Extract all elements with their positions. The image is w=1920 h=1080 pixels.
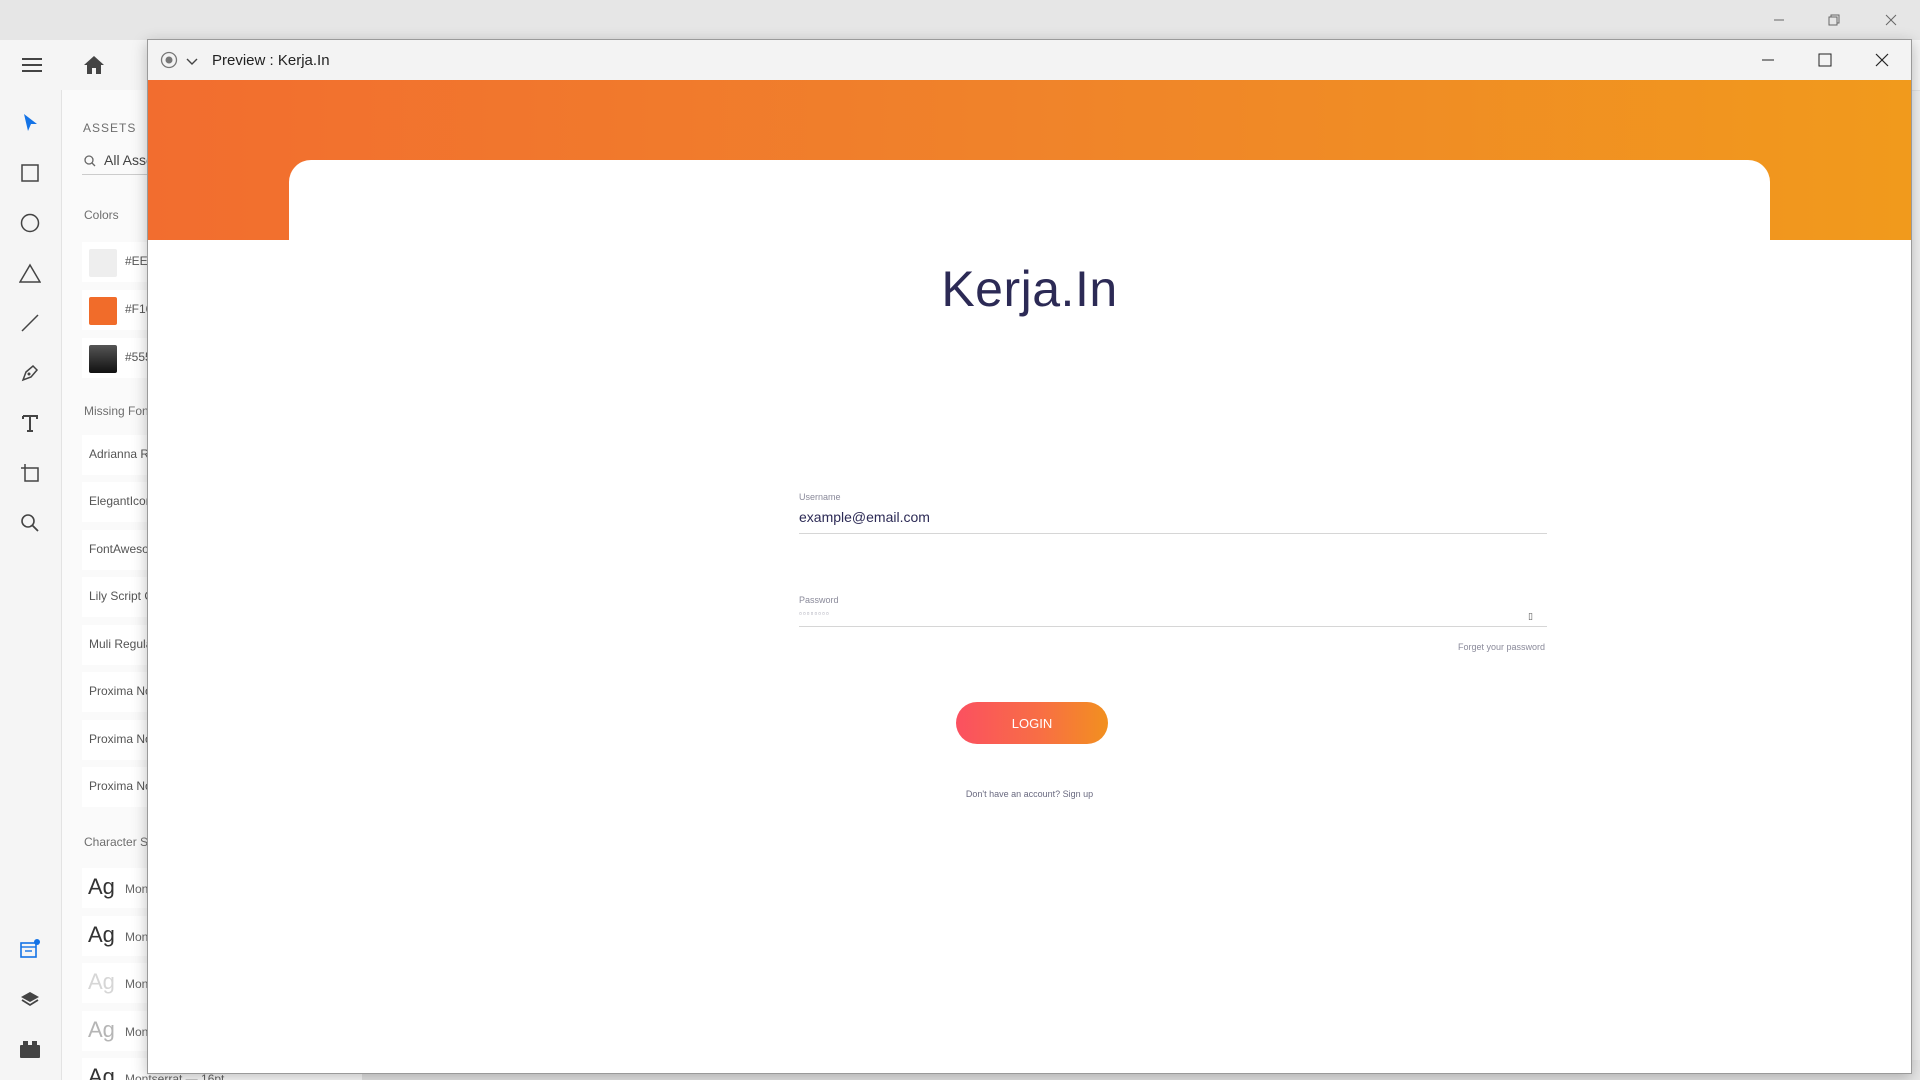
username-underline bbox=[799, 533, 1547, 534]
preview-window-title: Preview : Kerja.In bbox=[212, 52, 330, 69]
rectangle-tool-icon[interactable] bbox=[14, 157, 46, 189]
artboard-tool-icon[interactable] bbox=[14, 457, 46, 489]
username-label: Username bbox=[799, 492, 841, 502]
assets-panel-icon[interactable] bbox=[14, 933, 46, 965]
password-input[interactable]: ▫▫▫▫▫▫▫▫ bbox=[799, 609, 830, 618]
tool-sidebar bbox=[0, 90, 62, 1080]
signup-link[interactable]: Don't have an account? Sign up bbox=[966, 789, 1093, 799]
colors-heading: Colors bbox=[84, 208, 119, 222]
color-swatch bbox=[89, 345, 117, 373]
color-swatch bbox=[89, 297, 117, 325]
record-icon[interactable] bbox=[160, 51, 178, 74]
home-icon[interactable] bbox=[78, 49, 110, 81]
search-icon bbox=[84, 154, 96, 172]
app-preview-screen: Kerja.In Username Password ▫▫▫▫▫▫▫▫ ▯ Fo… bbox=[148, 80, 1911, 1073]
character-style-sample: Ag bbox=[88, 1017, 115, 1042]
character-style-sample: Ag bbox=[88, 922, 115, 947]
text-tool-icon[interactable] bbox=[14, 407, 46, 439]
username-input[interactable] bbox=[799, 506, 1539, 528]
color-swatch bbox=[89, 249, 117, 277]
restore-icon[interactable] bbox=[1820, 8, 1848, 32]
forgot-password-link[interactable]: Forget your password bbox=[1458, 642, 1545, 652]
plugins-icon[interactable] bbox=[14, 1033, 46, 1065]
chevron-down-icon[interactable] bbox=[186, 54, 198, 72]
zoom-tool-icon[interactable] bbox=[14, 507, 46, 539]
app-titlebar bbox=[0, 0, 1920, 40]
character-style-sample: Ag bbox=[88, 969, 115, 994]
close-icon[interactable] bbox=[1877, 8, 1905, 32]
brand-logo-text: Kerja.In bbox=[941, 261, 1118, 317]
hamburger-menu-icon[interactable] bbox=[16, 49, 48, 81]
ellipse-tool-icon[interactable] bbox=[14, 207, 46, 239]
assets-heading: ASSETS bbox=[83, 121, 137, 135]
preview-window: Preview : Kerja.In Kerja.In Username Pas… bbox=[147, 39, 1912, 1074]
preview-titlebar: Preview : Kerja.In bbox=[148, 40, 1911, 80]
signup-prompt: Don't have an account? Sign up bbox=[289, 789, 1770, 799]
layers-icon[interactable] bbox=[14, 983, 46, 1015]
close-icon[interactable] bbox=[1875, 53, 1889, 72]
login-card: Kerja.In Username Password ▫▫▫▫▫▫▫▫ ▯ Fo… bbox=[289, 160, 1770, 1073]
pen-tool-icon[interactable] bbox=[14, 357, 46, 389]
minimize-icon[interactable] bbox=[1761, 53, 1775, 72]
character-style-sample: Ag bbox=[88, 1064, 115, 1080]
login-button[interactable]: LOGIN bbox=[956, 702, 1108, 744]
triangle-tool-icon[interactable] bbox=[14, 257, 46, 289]
line-tool-icon[interactable] bbox=[14, 307, 46, 339]
select-tool-icon[interactable] bbox=[14, 107, 46, 139]
maximize-icon[interactable] bbox=[1818, 53, 1832, 72]
password-underline bbox=[799, 626, 1547, 627]
character-style-sample: Ag bbox=[88, 874, 115, 899]
password-label: Password bbox=[799, 595, 839, 605]
show-password-icon[interactable]: ▯ bbox=[1528, 611, 1533, 622]
minimize-icon[interactable] bbox=[1765, 8, 1793, 32]
